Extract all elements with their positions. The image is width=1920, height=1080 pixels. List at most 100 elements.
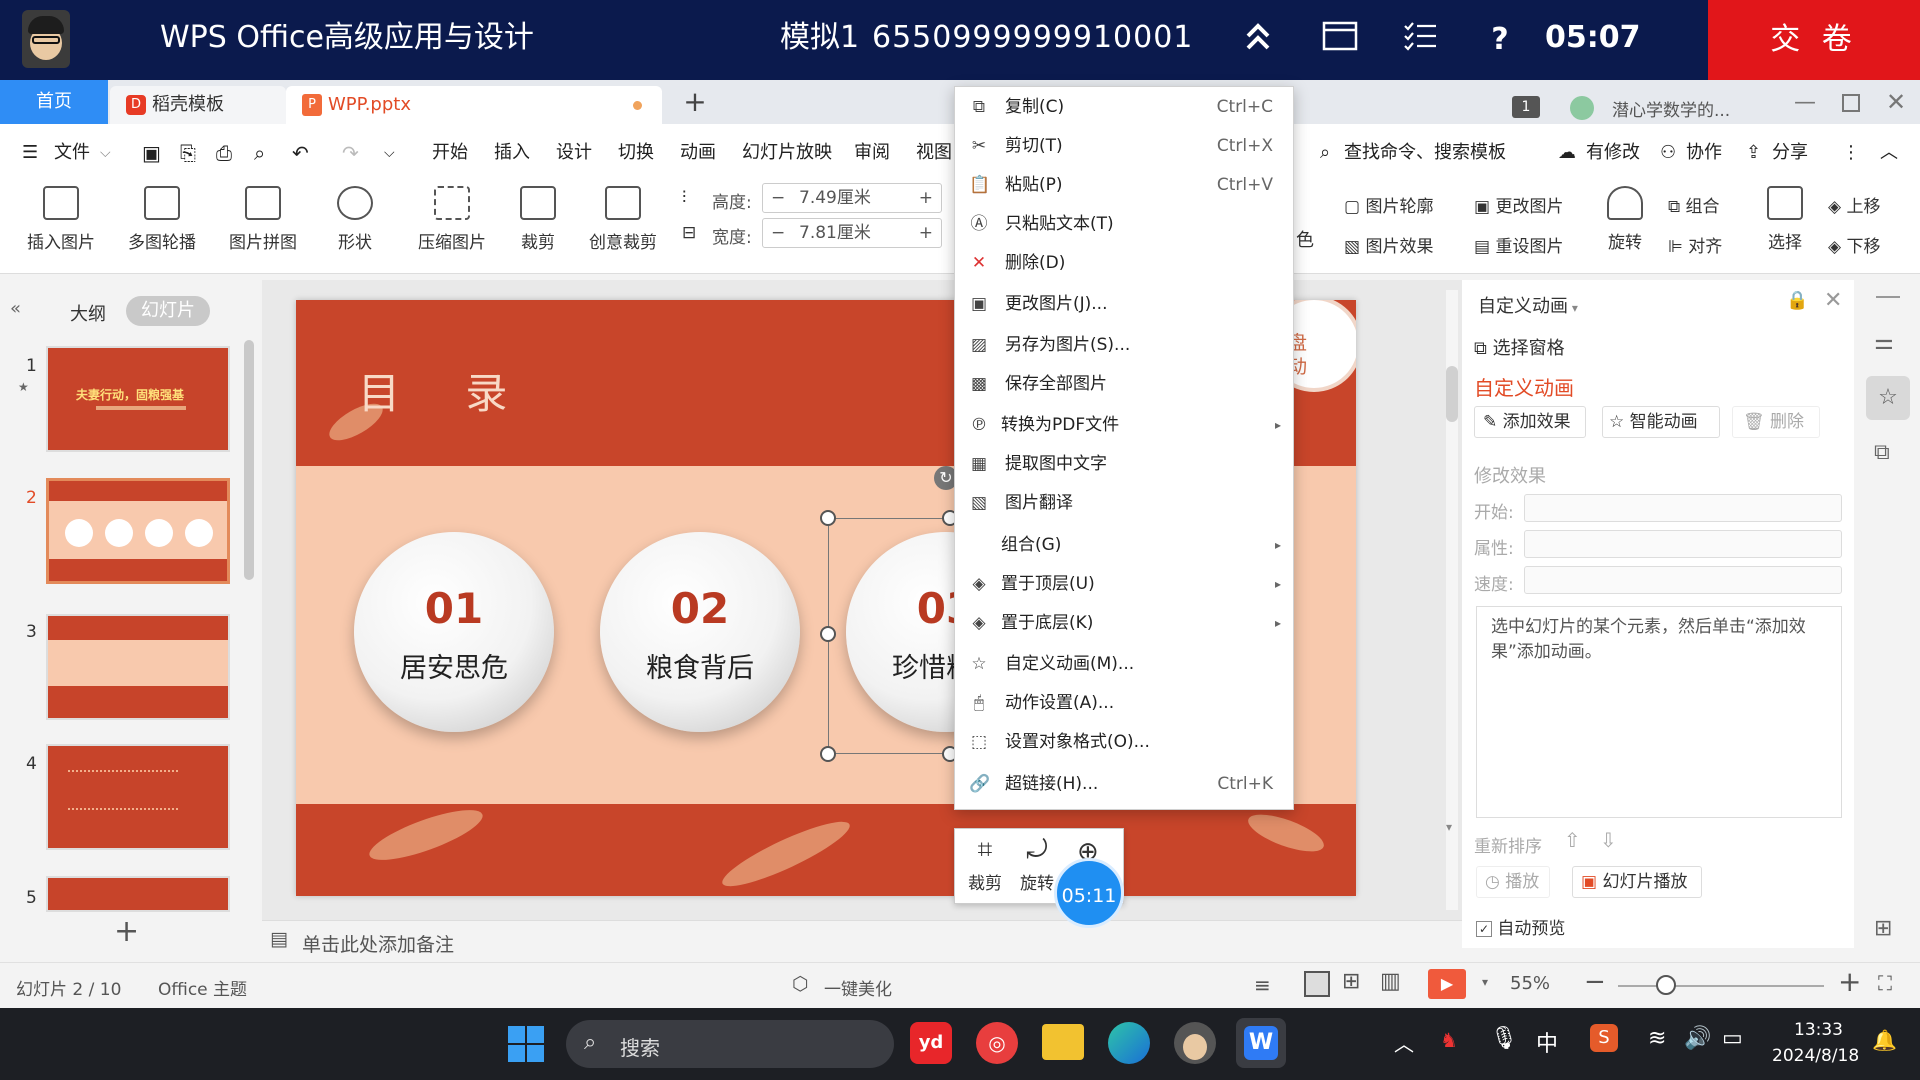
ctx-paste-text[interactable]: Ⓐ 只粘贴文本(T) <box>955 206 1293 242</box>
notification-bell-icon[interactable]: 🔔 <box>1872 1028 1897 1052</box>
double-chevron-up-icon[interactable] <box>1238 20 1278 60</box>
start-select[interactable] <box>1524 494 1842 522</box>
zoom-slider-track[interactable] <box>1618 985 1824 987</box>
fit-window-icon[interactable]: ⛶ <box>1878 971 1892 995</box>
netease-music-icon[interactable]: ◎ <box>976 1022 1018 1064</box>
collab-button[interactable]: 协作 <box>1686 140 1722 166</box>
ctx-save-picture[interactable]: ▨ 另存为图片(S)... <box>955 327 1293 363</box>
scroll-down-icon[interactable]: ▾ <box>1446 820 1452 834</box>
ctx-action-settings[interactable]: 🖱 动作设置(A)... <box>955 685 1293 721</box>
slide-thumb-2[interactable] <box>46 478 230 584</box>
resize-handle[interactable] <box>820 626 836 642</box>
checklist-icon[interactable] <box>1400 20 1440 60</box>
panel-scrollbar[interactable] <box>244 340 254 580</box>
shape-button[interactable]: 形状 <box>330 186 380 253</box>
zoom-level[interactable]: 55% <box>1510 973 1550 994</box>
tray-app-icon[interactable]: ♞ <box>1440 1028 1458 1052</box>
property-select[interactable] <box>1524 530 1842 558</box>
slide-heading[interactable]: 目 录 <box>358 360 533 421</box>
window-icon[interactable] <box>1320 20 1360 60</box>
user-name[interactable]: 潜心学数学的... <box>1612 96 1730 121</box>
menu-view[interactable]: 视图 <box>916 140 952 166</box>
share-doc-icon[interactable]: ⎘ <box>180 140 196 166</box>
rotate-button[interactable]: 旋转 <box>1600 186 1650 253</box>
menu-slideshow[interactable]: 幻灯片放映 <box>742 140 832 166</box>
slide-thumb-5[interactable] <box>46 876 230 912</box>
menu-insert[interactable]: 插入 <box>494 140 530 166</box>
menu-start[interactable]: 开始 <box>432 140 468 166</box>
chevron-down-icon[interactable]: ⌵ <box>100 140 111 166</box>
microphone-icon[interactable]: 🎙 <box>1490 1026 1518 1051</box>
ctx-hyperlink[interactable]: 🔗 超链接(H)... Ctrl+K <box>955 766 1293 802</box>
toc-item-2[interactable]: 02 粮食背后 <box>600 532 800 732</box>
add-effect-button[interactable]: ✎ 添加效果 <box>1474 406 1586 438</box>
slide-thumb-4[interactable] <box>46 744 230 850</box>
ctx-translate-picture[interactable]: ▧ 图片翻译 <box>955 485 1293 521</box>
adjust-icon[interactable]: ⚌ <box>1874 330 1894 355</box>
color-partial-label[interactable]: 色 <box>1296 226 1314 252</box>
pane-header[interactable]: 自定义动画 ▾ <box>1478 292 1578 318</box>
print-icon[interactable]: ⎙ <box>216 140 232 166</box>
volume-icon[interactable]: 🔊 <box>1684 1026 1711 1051</box>
height-field[interactable]: −7.49厘米 + <box>762 183 942 213</box>
menu-design[interactable]: 设计 <box>556 140 592 166</box>
select-button[interactable]: 选择 <box>1760 186 1810 253</box>
close-window-icon[interactable]: ✕ <box>1886 88 1906 116</box>
mini-crop-button[interactable]: ⌗ 裁剪 <box>965 835 1005 894</box>
sorter-view-icon[interactable]: ⊞ <box>1342 969 1360 994</box>
delete-effect-button[interactable]: 🗑 删除 <box>1732 406 1820 438</box>
minimize-icon[interactable]: — <box>1794 90 1816 115</box>
grid-apps-icon[interactable]: ⊞ <box>1874 916 1892 941</box>
save-icon[interactable]: ▣ <box>142 140 161 166</box>
menu-file[interactable]: 文件 <box>54 140 90 166</box>
share-button[interactable]: 分享 <box>1772 140 1808 166</box>
lock-icon[interactable]: 🔒 <box>1786 290 1808 311</box>
resize-handle[interactable] <box>820 746 836 762</box>
youdao-app-icon[interactable]: yd <box>910 1022 952 1064</box>
collapse-ribbon-icon[interactable]: ︿ <box>1880 140 1898 166</box>
selection-pane-button[interactable]: ⧉ 选择窗格 <box>1474 334 1565 360</box>
picture-outline-button[interactable]: ▢ 图片轮廓 <box>1344 192 1433 217</box>
ctx-send-to-back[interactable]: ◈ 置于底层(K) ▸ <box>955 605 1293 641</box>
tab-home[interactable]: 首页 <box>0 80 108 124</box>
chevron-down-icon[interactable]: ▾ <box>1482 975 1488 989</box>
canvas-scroll-thumb[interactable] <box>1446 366 1458 422</box>
ctx-delete[interactable]: ✕ 删除(D) <box>955 245 1293 281</box>
smart-animation-button[interactable]: ☆ 智能动画 <box>1602 406 1720 438</box>
ime-indicator[interactable]: 中 <box>1536 1026 1558 1058</box>
redo-icon[interactable]: ↷ <box>342 140 359 166</box>
file-explorer-icon[interactable] <box>1042 1024 1084 1060</box>
tab-outline[interactable]: 大纲 <box>70 300 106 326</box>
floating-timer[interactable]: 05:11 <box>1054 858 1124 928</box>
one-click-beautify[interactable]: 一键美化 <box>824 975 892 1000</box>
resize-handle[interactable] <box>820 510 836 526</box>
auto-preview-checkbox[interactable]: ✓ 自动预览 <box>1476 914 1565 939</box>
menu-review[interactable]: 审阅 <box>854 140 890 166</box>
reading-view-icon[interactable]: ▥ <box>1380 969 1401 994</box>
reorder-down-icon[interactable]: ⇩ <box>1600 828 1617 852</box>
ctx-custom-animation[interactable]: ☆ 自定义动画(M)... <box>955 646 1293 682</box>
animation-list[interactable]: 选中幻灯片的某个元素，然后单击“添加效果”添加动画。 <box>1476 606 1842 818</box>
zoom-in-icon[interactable]: + <box>1838 965 1861 998</box>
ctx-extract-text[interactable]: ▦ 提取图中文字 <box>955 446 1293 482</box>
crop-button[interactable]: 裁剪 <box>510 186 566 253</box>
move-down-button[interactable]: ◈ 下移 <box>1828 232 1880 257</box>
ctx-format-object[interactable]: ⬚ 设置对象格式(O)... <box>955 724 1293 760</box>
slide-thumb-3[interactable] <box>46 614 230 720</box>
ctx-save-all-pictures[interactable]: ▩ 保存全部图片 <box>955 366 1293 402</box>
slideshow-button[interactable]: ▣ 幻灯片播放 <box>1572 866 1702 898</box>
zoom-slider-thumb[interactable] <box>1656 975 1676 995</box>
animation-pane-icon[interactable]: ☆ <box>1866 376 1910 420</box>
add-slide-button[interactable]: + <box>114 914 139 949</box>
wifi-icon[interactable]: ≋ <box>1648 1026 1666 1051</box>
search-icon[interactable]: ⌕ <box>1320 140 1330 166</box>
group-button[interactable]: ⧉ 组合 <box>1668 192 1720 217</box>
wps-app-icon[interactable]: W <box>1236 1018 1286 1068</box>
ctx-group[interactable]: 组合(G) ▸ <box>955 527 1293 563</box>
menu-animation[interactable]: 动画 <box>680 140 716 166</box>
new-tab-button[interactable]: + <box>680 84 710 120</box>
ctx-copy[interactable]: ⧉ 复制(C) Ctrl+C <box>955 89 1293 125</box>
reset-picture-button[interactable]: ▤ 重设图片 <box>1474 232 1563 257</box>
submit-exam-button[interactable]: 交 卷 <box>1708 0 1920 80</box>
picture-effect-button[interactable]: ▧ 图片效果 <box>1344 232 1433 257</box>
